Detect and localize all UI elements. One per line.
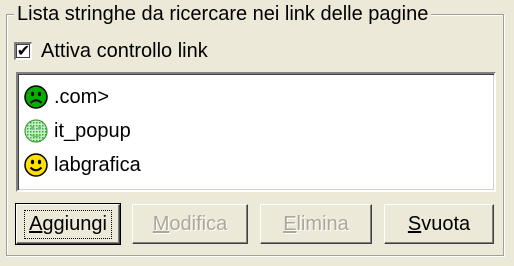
enable-link-checkbox[interactable]: ✔: [14, 42, 32, 60]
enable-link-check-row[interactable]: ✔ Attiva controllo link: [14, 40, 208, 62]
add-button[interactable]: Aggiungi: [15, 203, 121, 245]
delete-button[interactable]: Elimina: [260, 204, 372, 244]
list-item[interactable]: it_popup: [18, 114, 494, 148]
edit-button[interactable]: Modifica: [132, 204, 248, 244]
dotted-face-icon: [24, 119, 48, 143]
add-button-label: Aggiungi: [24, 209, 112, 239]
clear-button[interactable]: Svuota: [384, 204, 494, 244]
strings-listbox[interactable]: .com> it_popup labgrafica: [16, 72, 496, 192]
list-item-text: labgrafica: [54, 153, 141, 176]
list-item-text: .com>: [54, 85, 110, 108]
checkmark-icon: ✔: [16, 42, 31, 60]
enable-link-label[interactable]: Attiva controllo link: [41, 40, 208, 62]
list-item[interactable]: labgrafica: [18, 148, 494, 182]
list-item-text: it_popup: [54, 119, 131, 142]
clear-button-label: Svuota: [407, 212, 471, 235]
delete-button-label: Elimina: [283, 212, 349, 235]
sad-face-icon: [24, 85, 48, 109]
list-item[interactable]: .com>: [18, 80, 494, 114]
groupbox-title: Lista stringhe da ricercare nei link del…: [14, 2, 432, 26]
edit-button-label: Modifica: [152, 212, 228, 235]
smiley-face-icon: [24, 153, 48, 177]
